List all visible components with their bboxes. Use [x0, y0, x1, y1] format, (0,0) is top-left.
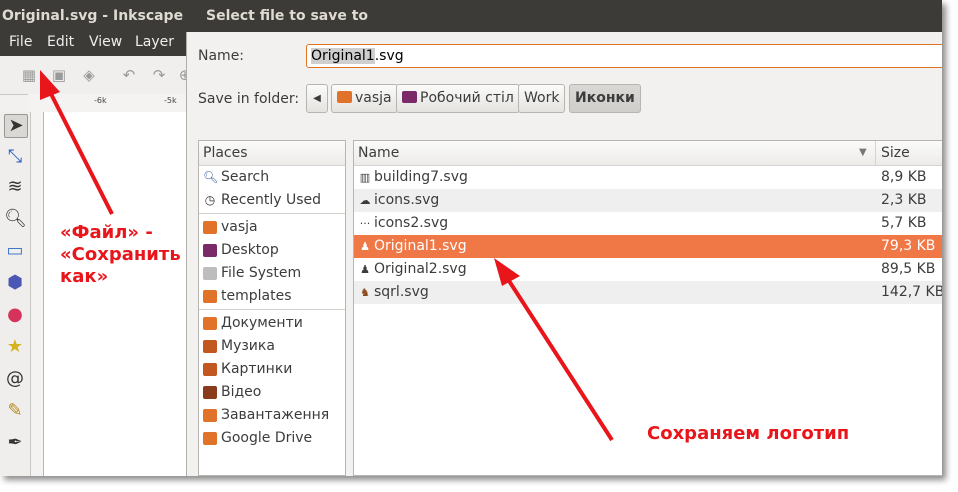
annotation-save-as: «Файл» - «Сохранить как»	[60, 222, 181, 287]
arrowhead-selected-file	[494, 258, 520, 286]
annotation-save-logo: Сохраняем логотип	[647, 423, 850, 444]
screenshot-frame: Original.svg - Inkscape File Edit View L…	[0, 0, 942, 476]
arrow-to-selected-file	[500, 268, 614, 442]
arrowhead-file-menu	[40, 70, 60, 100]
arrow-to-file-menu	[44, 83, 114, 215]
